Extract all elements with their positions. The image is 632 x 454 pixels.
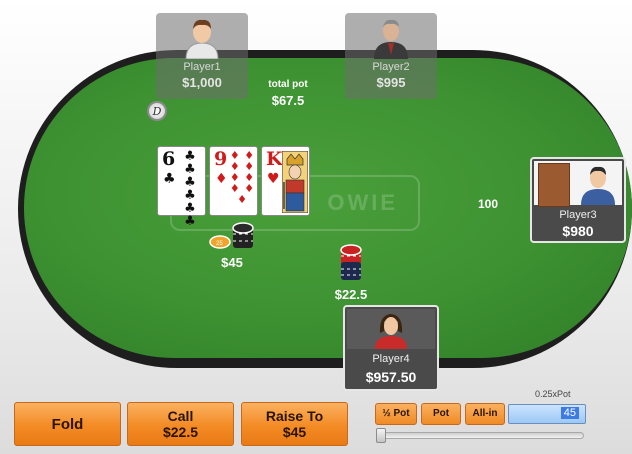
bet-slider-track[interactable]: [376, 432, 584, 439]
player2-name: Player2: [372, 61, 410, 73]
player1-name: Player1: [183, 61, 221, 73]
call-amount: $22.5: [162, 424, 199, 440]
player2-stack: $995: [376, 75, 406, 90]
board-card-2: 9 ♦ ♦ ♦ ♦ ♦ ♦ ♦ ♦ ♦ ♦: [209, 146, 258, 216]
player4-bet: $22.5: [334, 287, 368, 302]
board-card-3: K ♥: [261, 146, 310, 216]
fold-label: Fold: [51, 416, 84, 433]
card-3-rank: K: [266, 148, 283, 170]
player4-name: Player4: [372, 353, 410, 365]
raise-amount: $45: [282, 424, 307, 440]
pot-value: $67.5: [271, 93, 305, 108]
all-in-button[interactable]: All-in: [465, 403, 505, 425]
bet-amount-value: 45: [560, 407, 579, 419]
king-face-icon: [282, 151, 308, 213]
player1-stack: $1,000: [182, 75, 222, 90]
dealer-button-icon: D: [147, 101, 167, 121]
club-icon: ♣: [163, 171, 176, 187]
bet-slider-handle[interactable]: [376, 428, 386, 443]
diamond-icon: ♦: [215, 171, 228, 187]
player3-avatar: [581, 166, 615, 205]
raise-label: Raise To: [265, 408, 324, 424]
seat-player1: Player1 $1,000: [156, 13, 248, 99]
card-2-rank: 9: [214, 148, 228, 170]
bet-amount-input[interactable]: 45: [508, 404, 586, 424]
pot-label: total pot: [268, 79, 308, 90]
card-1-pips: ♣ ♣ ♣ ♣ ♣ ♣: [184, 149, 196, 229]
player3-stack: $980: [562, 223, 594, 239]
player3-bet: 100: [477, 197, 499, 211]
fold-button[interactable]: Fold: [14, 402, 121, 446]
seat-player4: Player4 $957.50: [343, 305, 439, 391]
player4-avatar: [375, 314, 407, 349]
card-1-rank: 6: [162, 148, 176, 170]
player3-name: Player3: [559, 209, 597, 221]
board-card-1: 6 ♣ ♣ ♣ ♣ ♣ ♣ ♣: [157, 146, 206, 229]
pot-button[interactable]: Pot: [421, 403, 461, 425]
chip-stack-icon: 25: [209, 222, 254, 249]
player3-door: [538, 163, 570, 207]
svg-text:25: 25: [216, 241, 223, 247]
card-2-pips: ♦ ♦ ♦ ♦ ♦ ♦ ♦ ♦ ♦: [229, 149, 255, 206]
left-bet-amount: $45: [221, 255, 243, 270]
player1-avatar: [185, 19, 219, 59]
pot-ratio-label: 0.25xPot: [535, 389, 571, 399]
player4-stack: $957.50: [365, 369, 417, 385]
heart-icon: ♥: [267, 171, 280, 187]
raise-button[interactable]: Raise To $45: [241, 402, 348, 446]
seat-player3: Player3 $980: [530, 157, 626, 243]
seat-player2: Player2 $995: [345, 13, 437, 99]
call-label: Call: [167, 408, 194, 424]
player2-avatar: [374, 19, 408, 59]
call-button[interactable]: Call $22.5: [127, 402, 234, 446]
chip-stack-icon: [340, 244, 362, 280]
half-pot-button[interactable]: ½ Pot: [375, 403, 417, 425]
